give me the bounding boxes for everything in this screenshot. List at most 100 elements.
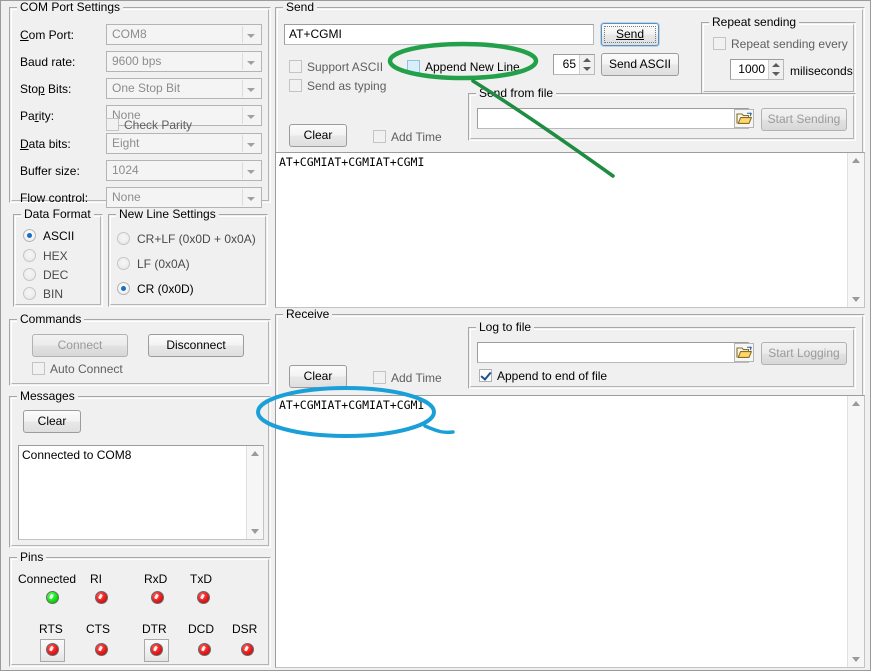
- send-from-file-title: Send from file: [476, 87, 556, 100]
- scroll-down-icon[interactable]: [852, 297, 860, 302]
- spinner-down-icon[interactable]: [772, 72, 780, 76]
- messages-log-area[interactable]: Connected to COM8: [18, 445, 264, 540]
- pin-connected-led: [46, 591, 59, 604]
- chevron-down-icon: [242, 162, 260, 179]
- append-new-line-checkbox[interactable]: Append New Line: [407, 60, 520, 74]
- append-to-end-of-file-checkbox[interactable]: Append to end of file: [479, 369, 607, 383]
- ascii-code-spinner[interactable]: 65: [553, 54, 595, 75]
- radio-dot: [23, 287, 36, 300]
- send-from-file-path-input[interactable]: [477, 108, 749, 129]
- messages-clear-button[interactable]: Clear: [23, 410, 81, 433]
- radio-dot: [117, 232, 130, 245]
- disconnect-button[interactable]: Disconnect: [148, 334, 244, 357]
- repeat-interval-value: 1000: [731, 60, 768, 79]
- pin-dsr-label: DSR: [232, 622, 257, 636]
- radio-cr[interactable]: CR (0x0D): [117, 282, 194, 296]
- pin-txd-label: TxD: [190, 572, 212, 586]
- commands-group: Commands Connect Disconnect Auto Connect: [9, 319, 271, 386]
- repeat-sending-checkbox[interactable]: Repeat sending every: [713, 37, 848, 51]
- send-command-input[interactable]: AT+CGMI: [284, 24, 594, 45]
- checkbox-box: [106, 118, 119, 131]
- spinner-arrows[interactable]: [768, 60, 783, 79]
- log-to-file-path-input[interactable]: [477, 342, 749, 363]
- flow-control-select[interactable]: None: [106, 187, 262, 208]
- receive-log-scrollbar[interactable]: [847, 396, 864, 667]
- repeat-sending-label: Repeat sending every: [731, 37, 848, 51]
- chevron-down-icon: [242, 135, 260, 152]
- checkbox-box: [713, 37, 726, 50]
- support-ascii-checkbox[interactable]: Support ASCII: [289, 60, 383, 74]
- scroll-down-icon[interactable]: [852, 657, 860, 662]
- commands-title: Commands: [17, 313, 84, 326]
- send-as-typing-checkbox[interactable]: Send as typing: [289, 79, 386, 93]
- checkbox-box: [407, 60, 420, 73]
- stop-bits-value: One Stop Bit: [112, 81, 180, 95]
- check-parity-checkbox[interactable]: Check Parity: [106, 118, 192, 132]
- connect-button[interactable]: Connect: [32, 334, 128, 357]
- radio-dot: [117, 282, 130, 295]
- radio-hex[interactable]: HEX: [23, 249, 68, 263]
- stop-bits-select[interactable]: One Stop Bit: [106, 78, 262, 99]
- send-clear-button[interactable]: Clear: [289, 124, 347, 147]
- radio-crlf[interactable]: CR+LF (0x0D + 0x0A): [117, 232, 256, 246]
- spinner-up-icon[interactable]: [583, 58, 591, 62]
- pin-dcd-led: [198, 643, 211, 656]
- support-ascii-label: Support ASCII: [307, 60, 383, 74]
- spinner-up-icon[interactable]: [772, 63, 780, 67]
- radio-bin[interactable]: BIN: [23, 287, 63, 301]
- checkbox-box: [479, 369, 492, 382]
- folder-open-icon[interactable]: [734, 109, 754, 128]
- messages-title: Messages: [17, 390, 78, 403]
- scroll-up-icon[interactable]: [852, 401, 860, 406]
- repeat-sending-group: Repeat sending Repeat sending every 1000…: [701, 22, 856, 94]
- receive-log-area[interactable]: AT+CGMIAT+CGMIAT+CGMI: [275, 395, 865, 668]
- send-add-time-checkbox[interactable]: Add Time: [373, 130, 442, 144]
- pin-ri-label: RI: [90, 572, 102, 586]
- radio-dec-label: DEC: [43, 268, 68, 282]
- baud-rate-select[interactable]: 9600 bps: [106, 51, 262, 72]
- com-port-select[interactable]: COM8: [106, 24, 262, 45]
- checkbox-box: [289, 79, 302, 92]
- pin-ri-led: [95, 591, 108, 604]
- radio-bin-label: BIN: [43, 287, 63, 301]
- baud-rate-label: Baud rate:: [20, 55, 75, 69]
- send-log-scrollbar[interactable]: [847, 153, 864, 307]
- send-from-file-group: Send from file Start Sending: [468, 93, 856, 141]
- spinner-arrows[interactable]: [579, 55, 594, 74]
- pin-dtr-led: [150, 643, 163, 656]
- com-port-settings-title: COM Port Settings: [17, 1, 123, 14]
- new-line-settings-group: New Line Settings CR+LF (0x0D + 0x0A) LF…: [108, 214, 268, 307]
- send-ascii-button[interactable]: Send ASCII: [601, 53, 679, 76]
- scroll-up-icon[interactable]: [251, 451, 259, 456]
- folder-open-icon[interactable]: [734, 343, 754, 362]
- data-bits-select[interactable]: Eight: [106, 133, 262, 154]
- spinner-down-icon[interactable]: [583, 67, 591, 71]
- radio-ascii[interactable]: ASCII: [23, 229, 74, 243]
- pin-rts-led: [46, 643, 59, 656]
- auto-connect-checkbox[interactable]: Auto Connect: [32, 362, 123, 376]
- receive-clear-button[interactable]: Clear: [289, 365, 347, 388]
- scroll-up-icon[interactable]: [852, 158, 860, 163]
- receive-add-time-checkbox[interactable]: Add Time: [373, 371, 442, 385]
- send-button[interactable]: Send: [601, 23, 659, 46]
- radio-lf[interactable]: LF (0x0A): [117, 257, 190, 271]
- pin-dsr-led: [241, 643, 254, 656]
- radio-dec[interactable]: DEC: [23, 268, 68, 282]
- check-parity-label: Check Parity: [124, 118, 192, 132]
- chevron-down-icon: [242, 107, 260, 124]
- com-port-value: COM8: [112, 27, 147, 41]
- buffer-size-select[interactable]: 1024: [106, 160, 262, 181]
- messages-scrollbar[interactable]: [246, 446, 263, 539]
- radio-cr-label: CR (0x0D): [137, 282, 194, 296]
- start-sending-button[interactable]: Start Sending: [761, 108, 847, 131]
- send-log-area[interactable]: AT+CGMIAT+CGMIAT+CGMI: [275, 152, 865, 308]
- pin-rxd-led: [151, 591, 164, 604]
- radio-crlf-label: CR+LF (0x0D + 0x0A): [137, 232, 256, 246]
- repeat-interval-spinner[interactable]: 1000: [730, 59, 784, 80]
- start-logging-button[interactable]: Start Logging: [761, 342, 847, 365]
- scroll-down-icon[interactable]: [251, 529, 259, 534]
- pin-cts-led: [95, 643, 108, 656]
- pin-rxd-label: RxD: [144, 572, 167, 586]
- send-title: Send: [283, 1, 317, 14]
- pins-group: Pins Connected RI RxD TxD RTS CTS DTR DC…: [9, 557, 271, 667]
